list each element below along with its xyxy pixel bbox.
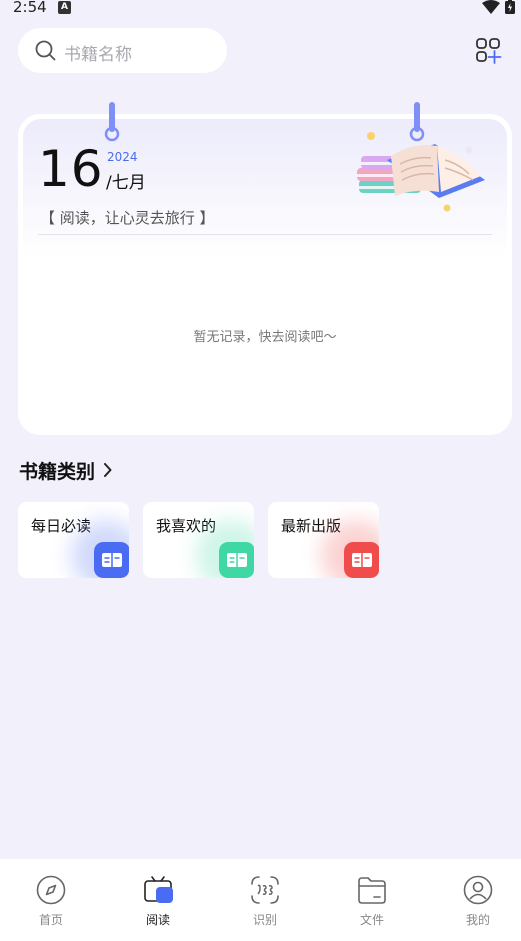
- user-icon: [463, 875, 493, 905]
- nav-label: 首页: [38, 913, 63, 927]
- nav-label: 识别: [252, 913, 277, 927]
- bottom-nav: 首页 阅读 识别 文件 我的: [0, 859, 521, 941]
- status-bar: 2:54 A: [0, 0, 521, 18]
- add-grid-icon[interactable]: [476, 38, 502, 64]
- nav-label: 文件: [359, 913, 384, 927]
- status-a-icon: A: [58, 1, 71, 14]
- folder-icon: [358, 877, 386, 904]
- wifi-icon: [482, 0, 500, 14]
- calendar-month: /七月: [106, 173, 146, 193]
- book-icon: [219, 542, 254, 578]
- chevron-right-icon[interactable]: [103, 463, 112, 477]
- nav-home[interactable]: 首页: [21, 875, 81, 928]
- calendar-day: 16: [38, 140, 104, 198]
- search-placeholder: 书籍名称: [64, 45, 132, 65]
- calendar-pin-icon: [104, 102, 120, 142]
- battery-icon: [505, 0, 515, 14]
- category-daily-must-read[interactable]: 每日必读: [18, 502, 129, 578]
- calendar-year: 2024: [107, 150, 138, 164]
- search-icon: [35, 40, 56, 61]
- book-categories-title[interactable]: 书籍类别: [19, 457, 95, 484]
- divider: [38, 234, 492, 235]
- nav-recognize[interactable]: 识别: [235, 875, 295, 928]
- status-time: 2:54: [13, 0, 47, 16]
- category-my-favorites[interactable]: 我喜欢的: [143, 502, 254, 578]
- search-input[interactable]: 书籍名称: [18, 28, 227, 73]
- nav-label: 我的: [465, 913, 490, 927]
- nav-files[interactable]: 文件: [342, 875, 402, 928]
- compass-icon: [36, 875, 66, 905]
- scan-icon: [251, 876, 279, 904]
- nav-label: 阅读: [145, 913, 170, 927]
- book-icon: [344, 542, 379, 578]
- books-illustration: [357, 132, 485, 212]
- empty-record-text: 暂无记录，快去阅读吧～: [193, 330, 337, 345]
- nav-read[interactable]: 阅读: [128, 875, 188, 928]
- category-new-releases[interactable]: 最新出版: [268, 502, 379, 578]
- tv-read-icon: [144, 876, 173, 903]
- reading-slogan: 【 阅读，让心灵去旅行 】: [40, 209, 215, 227]
- nav-mine[interactable]: 我的: [448, 875, 508, 928]
- book-icon: [94, 542, 129, 578]
